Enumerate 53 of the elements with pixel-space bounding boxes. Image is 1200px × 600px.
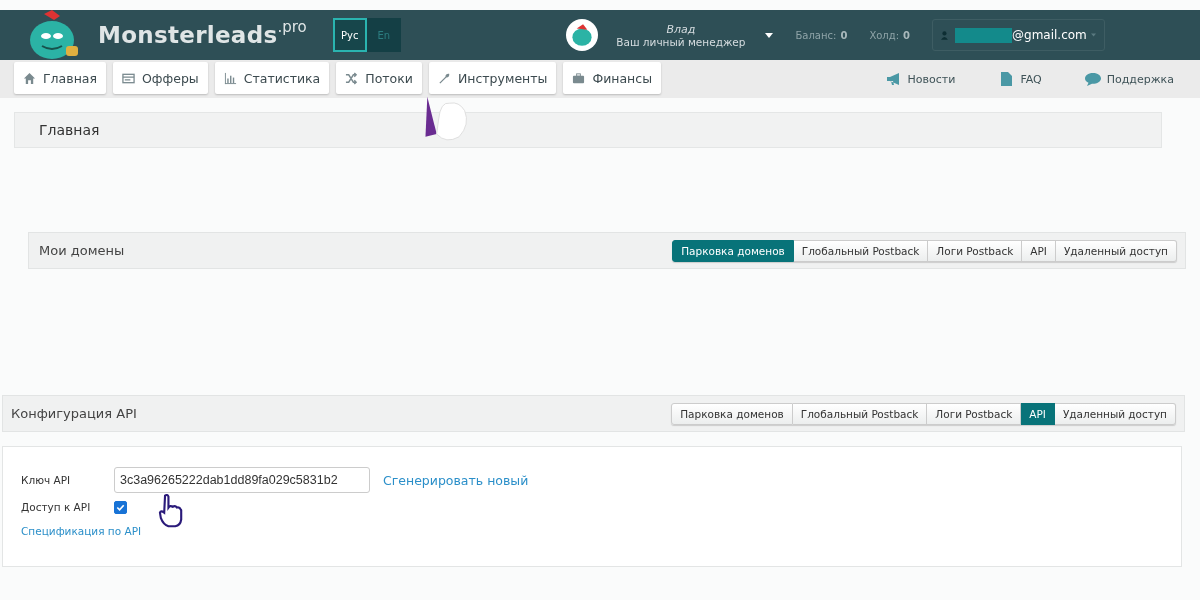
- case-icon: [572, 71, 586, 85]
- caret-icon[interactable]: [765, 32, 774, 38]
- api-access-checkbox[interactable]: [114, 500, 127, 514]
- panel-title: Мои домены: [38, 243, 126, 258]
- wrench-icon: [437, 71, 451, 85]
- card-icon: [122, 71, 135, 85]
- nav-link[interactable]: Поддержка: [1084, 72, 1174, 86]
- account-menu[interactable]: @gmail.com: [932, 19, 1105, 51]
- nav-link[interactable]: Новости: [885, 72, 956, 86]
- hold-value: 0: [903, 29, 910, 41]
- chart-icon: [223, 71, 237, 85]
- caret-icon: [1090, 33, 1096, 37]
- nav-link[interactable]: FAQ: [998, 72, 1042, 86]
- home-icon: [23, 71, 36, 85]
- nav-tab[interactable]: Инструменты: [428, 62, 557, 94]
- section-tab[interactable]: Логи Postback: [927, 402, 1022, 425]
- section-tab[interactable]: Глобальный Postback: [793, 239, 929, 262]
- section-tab[interactable]: API: [1022, 239, 1056, 262]
- brand-suffix: .pro: [277, 18, 307, 36]
- breadcrumb-text: Главная: [39, 122, 100, 138]
- nav-tab[interactable]: Офферы: [113, 62, 208, 94]
- redaction-block: [954, 27, 1013, 43]
- account-email: @gmail.com: [1012, 28, 1087, 42]
- nav-tab[interactable]: Статистика: [214, 62, 330, 94]
- section-tab[interactable]: Логи Postback: [928, 239, 1023, 262]
- megaphone-icon: [885, 72, 902, 86]
- balance-value: 0: [840, 29, 848, 41]
- manager-name: Влад: [666, 22, 696, 36]
- api-spec-link[interactable]: Спецификация по API: [21, 525, 142, 537]
- hold-label: Холд:: [869, 29, 900, 41]
- nav-tab[interactable]: Финансы: [563, 62, 662, 94]
- bubble-icon: [1084, 72, 1101, 86]
- section-tab[interactable]: Удаленный доступ: [1055, 239, 1177, 262]
- panel-title: Конфигурация API: [11, 406, 138, 421]
- balance-label: Баланс:: [795, 29, 837, 41]
- section-tab[interactable]: Парковка доменов: [671, 402, 793, 425]
- avatar-icon: [566, 19, 599, 51]
- nav-tab[interactable]: Главная: [14, 62, 106, 94]
- generate-link[interactable]: Сгенерировать новый: [383, 472, 529, 488]
- brand-logo[interactable]: Monsterleads: [98, 22, 278, 48]
- field-label: Доступ к API: [21, 501, 92, 513]
- section-tab[interactable]: API: [1021, 402, 1055, 425]
- file-icon: [998, 72, 1015, 86]
- section-tab[interactable]: Парковка доменов: [672, 239, 794, 262]
- nav-tab[interactable]: Потоки: [336, 62, 422, 94]
- section-tab[interactable]: Глобальный Postback: [792, 402, 928, 425]
- shuffle-icon: [345, 71, 359, 85]
- api-key-field[interactable]: 3c3a96265222dab1dd89fa029c5831b2: [114, 467, 370, 493]
- user-icon: [941, 29, 948, 41]
- language-button[interactable]: Рус: [332, 18, 367, 52]
- manager-role: Ваш личный менеджер: [616, 35, 746, 48]
- section-tab[interactable]: Удаленный доступ: [1054, 402, 1176, 425]
- field-label: Ключ API: [21, 474, 72, 486]
